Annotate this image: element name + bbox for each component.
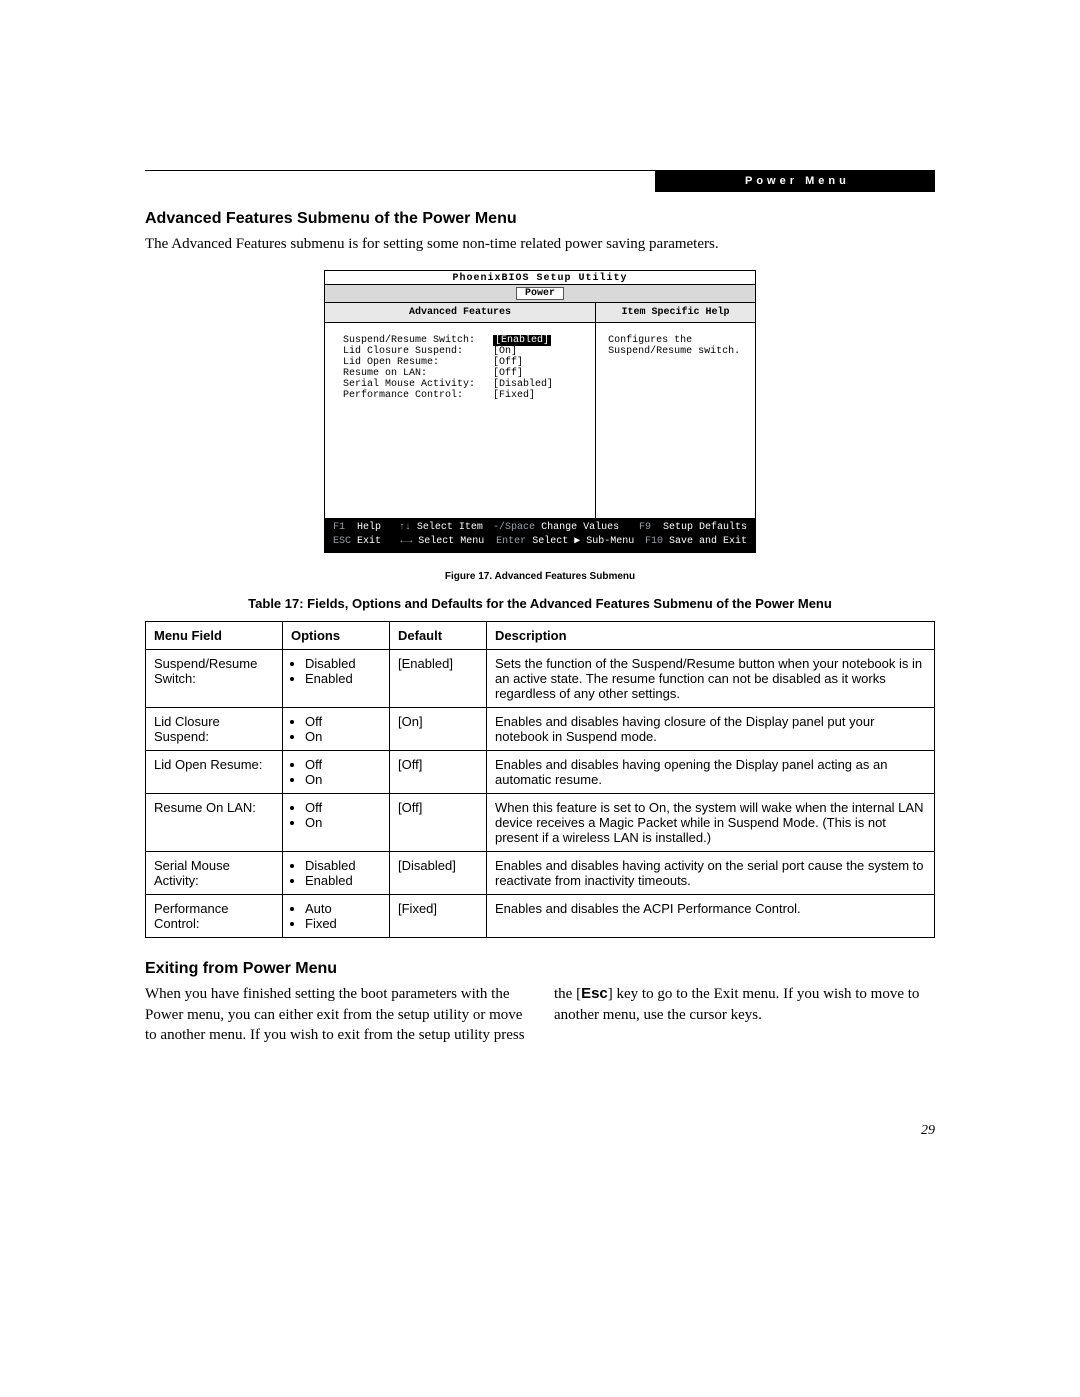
table-row: Serial Mouse Activity: DisabledEnabled [… [146, 852, 935, 895]
bios-help-text: Configures the Suspend/Resume switch. [596, 323, 755, 365]
th-description: Description [487, 622, 935, 650]
cell-default: [On] [390, 708, 487, 751]
bios-row-3: Resume on LAN: [Off] [343, 368, 587, 379]
bios-utility-title: PhoenixBIOS Setup Utility [325, 271, 755, 284]
bios-row-2: Lid Open Resume: [Off] [343, 357, 587, 368]
bios-body: Advanced Features Suspend/Resume Switch:… [325, 303, 755, 518]
cell-default: [Off] [390, 794, 487, 852]
esc-key-label: Esc [581, 985, 608, 1002]
section1-intro: The Advanced Features submenu is for set… [145, 234, 935, 254]
cell-default: [Fixed] [390, 895, 487, 938]
th-options: Options [283, 622, 390, 650]
cell-field: Serial Mouse Activity: [146, 852, 283, 895]
cell-options: OffOn [283, 794, 390, 852]
table-title: Table 17: Fields, Options and Defaults f… [145, 596, 935, 611]
cell-default: [Enabled] [390, 650, 487, 708]
bios-right-title: Item Specific Help [596, 303, 755, 323]
bios-footer: F1 Help ↑↓ Select Item -/Space Change Va… [325, 518, 755, 552]
table-row: Resume On LAN: OffOn [Off] When this fea… [146, 794, 935, 852]
th-menu-field: Menu Field [146, 622, 283, 650]
cell-default: [Disabled] [390, 852, 487, 895]
cell-desc: Enables and disables having closure of t… [487, 708, 935, 751]
bios-selected-value: [Enabled] [493, 335, 551, 346]
bios-left-title: Advanced Features [325, 303, 595, 323]
bios-screenshot: PhoenixBIOS Setup Utility Power Advanced… [324, 270, 756, 553]
cell-options: OffOn [283, 708, 390, 751]
cell-desc: Enables and disables the ACPI Performanc… [487, 895, 935, 938]
fields-table: Menu Field Options Default Description S… [145, 621, 935, 938]
bios-left-pane: Advanced Features Suspend/Resume Switch:… [325, 303, 596, 518]
bios-right-pane: Item Specific Help Configures the Suspen… [596, 303, 755, 518]
cell-desc: Sets the function of the Suspend/Resume … [487, 650, 935, 708]
figure-caption: Figure 17. Advanced Features Submenu [145, 571, 935, 582]
content-area: Advanced Features Submenu of the Power M… [145, 210, 935, 1045]
cell-desc: Enables and disables having opening the … [487, 751, 935, 794]
cell-field: Resume On LAN: [146, 794, 283, 852]
section2-title: Exiting from Power Menu [145, 960, 935, 978]
table-row: Suspend/Resume Switch: DisabledEnabled [… [146, 650, 935, 708]
cell-field: Suspend/Resume Switch: [146, 650, 283, 708]
bios-row-1: Lid Closure Suspend: [On] [343, 346, 587, 357]
bios-tab-row: Power [325, 284, 755, 303]
cell-desc: When this feature is set to On, the syst… [487, 794, 935, 852]
section2-body: When you have finished setting the boot … [145, 984, 935, 1045]
bios-fields: Suspend/Resume Switch: [Enabled] Lid Clo… [325, 323, 595, 409]
table-row: Lid Closure Suspend: OffOn [On] Enables … [146, 708, 935, 751]
cell-desc: Enables and disables having activity on … [487, 852, 935, 895]
table-row: Lid Open Resume: OffOn [Off] Enables and… [146, 751, 935, 794]
bios-row-5: Performance Control: [Fixed] [343, 390, 587, 401]
th-default: Default [390, 622, 487, 650]
table-header-row: Menu Field Options Default Description [146, 622, 935, 650]
cell-options: AutoFixed [283, 895, 390, 938]
cell-options: DisabledEnabled [283, 852, 390, 895]
page-number: 29 [921, 1123, 935, 1139]
section1-title: Advanced Features Submenu of the Power M… [145, 210, 935, 228]
section-header-label: Power Menu [745, 175, 850, 187]
bios-row-0: Suspend/Resume Switch: [Enabled] [343, 335, 587, 346]
section2-para-c: ] key to go to the Exit menu. If you wis… [554, 986, 919, 1022]
section-header-bar: Power Menu [655, 170, 935, 192]
cell-field: Performance Control: [146, 895, 283, 938]
cell-options: DisabledEnabled [283, 650, 390, 708]
cell-field: Lid Closure Suspend: [146, 708, 283, 751]
cell-options: OffOn [283, 751, 390, 794]
page: Power Menu Advanced Features Submenu of … [0, 0, 1080, 1397]
table-row: Performance Control: AutoFixed [Fixed] E… [146, 895, 935, 938]
bios-row-4: Serial Mouse Activity: [Disabled] [343, 379, 587, 390]
cell-default: [Off] [390, 751, 487, 794]
bios-active-tab: Power [516, 287, 564, 300]
cell-field: Lid Open Resume: [146, 751, 283, 794]
